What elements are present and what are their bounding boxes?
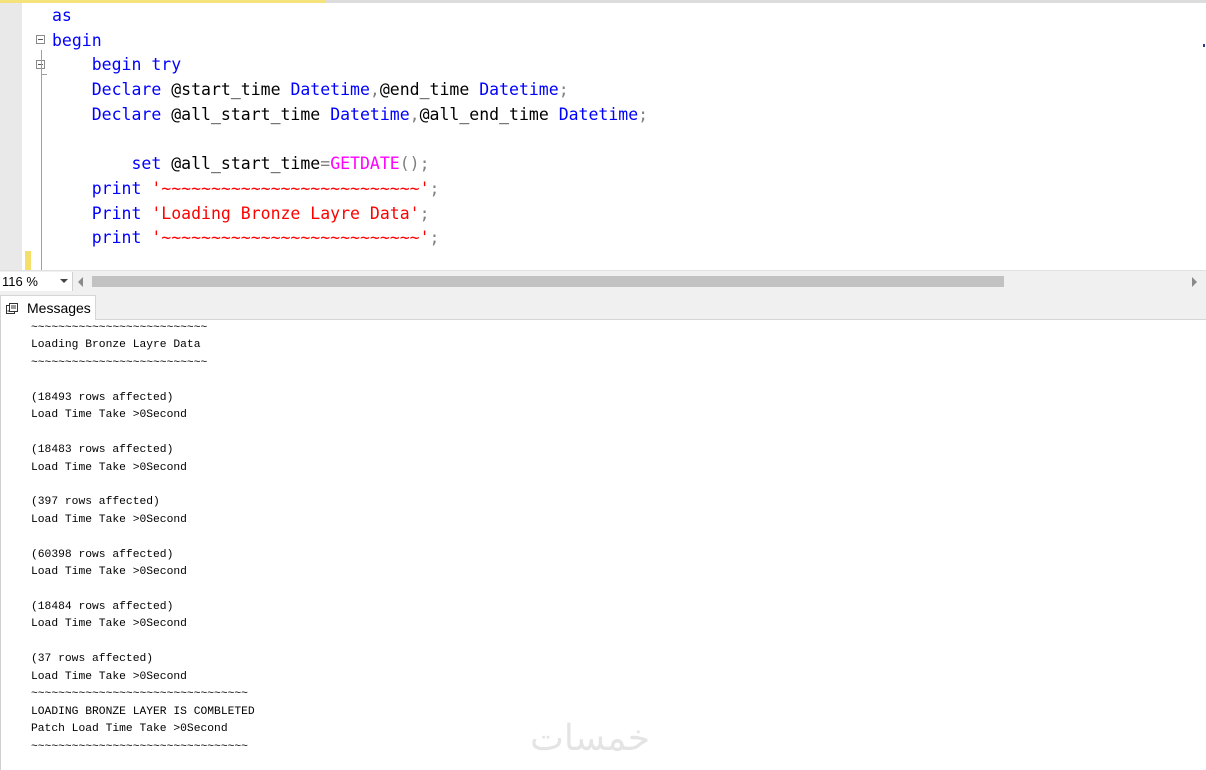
messages-icon bbox=[6, 303, 18, 314]
message-line: (18493 rows affected) bbox=[31, 391, 174, 404]
code-token: @all_end_time bbox=[419, 104, 559, 124]
message-line: ~~~~~~~~~~~~~~~~~~~~~~~~~~ bbox=[31, 322, 208, 334]
message-line: Load Time Take >0Second bbox=[31, 618, 187, 631]
collapse-begin-icon[interactable] bbox=[36, 35, 45, 44]
code-line[interactable]: set @all_start_time=GETDATE(); bbox=[52, 152, 648, 177]
code-line[interactable]: print '~~~~~~~~~~~~~~~~~~~~~~~~~~'; bbox=[52, 226, 648, 251]
watermark-logo: خمسات bbox=[530, 718, 651, 759]
code-token: @start_time bbox=[161, 80, 291, 100]
tab-messages[interactable]: Messages bbox=[0, 295, 96, 320]
message-line: ~~~~~~~~~~~~~~~~~~~~~~~~~~~~~~~~ bbox=[31, 740, 248, 753]
message-line: Load Time Take >0Second bbox=[31, 513, 187, 526]
code-token: ; bbox=[638, 104, 649, 124]
code-line[interactable]: Declare @start_time Datetime,@end_time D… bbox=[52, 78, 648, 103]
message-line: (18483 rows affected) bbox=[31, 444, 174, 457]
code-token: ; bbox=[419, 203, 430, 223]
editor-gutter bbox=[0, 3, 22, 270]
code-token: Declare bbox=[91, 80, 162, 100]
message-line bbox=[31, 634, 255, 651]
change-marker bbox=[25, 251, 31, 270]
code-token: print bbox=[91, 228, 142, 248]
code-token: Datetime bbox=[558, 104, 639, 124]
zoom-dropdown[interactable]: 116 % bbox=[0, 272, 73, 291]
code-token: Datetime bbox=[479, 80, 559, 100]
message-line: Load Time Take >0Second bbox=[31, 670, 187, 683]
message-line: (18484 rows affected) bbox=[31, 601, 174, 613]
code-token: = bbox=[320, 154, 331, 174]
code-line[interactable] bbox=[52, 127, 648, 152]
message-line: Load Time Take >0Second bbox=[31, 566, 187, 579]
code-token: '~~~~~~~~~~~~~~~~~~~~~~~~~~' bbox=[151, 178, 430, 198]
code-token: begin try bbox=[91, 55, 182, 75]
message-line: Load Time Take >0Second bbox=[31, 461, 187, 474]
code-line[interactable]: as bbox=[52, 4, 648, 29]
code-line[interactable]: begin try bbox=[52, 53, 648, 78]
message-line bbox=[31, 582, 255, 599]
code-token: print bbox=[91, 178, 142, 198]
code-token: '~~~~~~~~~~~~~~~~~~~~~~~~~~' bbox=[151, 228, 430, 248]
results-tabbar: Messages bbox=[0, 292, 1206, 320]
code-line[interactable]: print '~~~~~~~~~~~~~~~~~~~~~~~~~~'; bbox=[52, 177, 648, 202]
message-line: Load Time Take >0Second bbox=[31, 409, 187, 422]
message-line: Loading Bronze Layre Data bbox=[31, 339, 201, 352]
message-line: Patch Load Time Take >0Second bbox=[31, 723, 228, 736]
editor-scroll-marker bbox=[1203, 44, 1205, 47]
sql-code[interactable]: as begin begin try Declare @start_time Da… bbox=[52, 4, 648, 251]
editor-tab-accent bbox=[0, 0, 325, 3]
scroll-right-arrow-icon[interactable] bbox=[1192, 277, 1197, 287]
message-line bbox=[31, 529, 255, 546]
code-token: @all_start_time bbox=[161, 154, 321, 174]
code-token: Declare bbox=[91, 104, 162, 124]
code-token: GETDATE bbox=[330, 154, 400, 174]
message-line: LOADING BRONZE LAYER IS COMBLETED bbox=[31, 705, 255, 718]
code-token: @all_start_time bbox=[161, 104, 331, 124]
code-token: ; bbox=[429, 228, 440, 248]
messages-pane[interactable]: ~~~~~~~~~~~~~~~~~~~~~~~~~~ Loading Bronze… bbox=[0, 320, 1206, 770]
message-line: (60398 rows affected) bbox=[31, 548, 174, 561]
code-token: (); bbox=[399, 154, 430, 174]
code-token: begin bbox=[52, 30, 102, 50]
code-token: Print bbox=[91, 203, 142, 223]
code-token: , bbox=[409, 104, 420, 124]
message-line bbox=[31, 477, 255, 494]
messages-output: ~~~~~~~~~~~~~~~~~~~~~~~~~~ Loading Bronze… bbox=[31, 320, 255, 756]
zoom-level: 116 % bbox=[2, 274, 38, 289]
code-line[interactable]: begin bbox=[52, 29, 648, 54]
message-line: ~~~~~~~~~~~~~~~~~~~~~~~~~~ bbox=[31, 356, 208, 369]
code-token: as bbox=[52, 6, 72, 25]
message-line bbox=[31, 372, 255, 389]
code-line[interactable]: Print 'Loading Bronze Layre Data'; bbox=[52, 202, 648, 227]
outline-guide-tick bbox=[41, 74, 47, 75]
scroll-left-arrow-icon[interactable] bbox=[78, 277, 83, 287]
message-line: (397 rows affected) bbox=[31, 496, 160, 509]
code-line[interactable]: Declare @all_start_time Datetime,@all_en… bbox=[52, 103, 648, 128]
code-token: , bbox=[369, 80, 380, 100]
code-token: ; bbox=[429, 178, 440, 198]
code-token: Datetime bbox=[290, 80, 370, 100]
code-token: @end_time bbox=[379, 80, 480, 100]
chevron-down-icon[interactable] bbox=[60, 279, 68, 283]
horizontal-scrollbar-thumb[interactable] bbox=[92, 276, 1004, 287]
code-token: set bbox=[131, 154, 162, 174]
message-line: (37 rows affected) bbox=[31, 653, 154, 666]
editor-statusbar: 116 % bbox=[0, 270, 1206, 292]
tab-messages-label: Messages bbox=[27, 300, 91, 316]
code-token: ; bbox=[558, 80, 569, 100]
message-line: ~~~~~~~~~~~~~~~~~~~~~~~~~~~~~~~~ bbox=[31, 688, 248, 701]
code-token: 'Loading Bronze Layre Data' bbox=[151, 203, 420, 223]
outline-guide-line bbox=[41, 50, 42, 270]
query-editor[interactable]: as begin begin try Declare @start_time Da… bbox=[0, 0, 1206, 270]
message-line bbox=[31, 425, 255, 442]
code-token: Datetime bbox=[330, 104, 410, 124]
